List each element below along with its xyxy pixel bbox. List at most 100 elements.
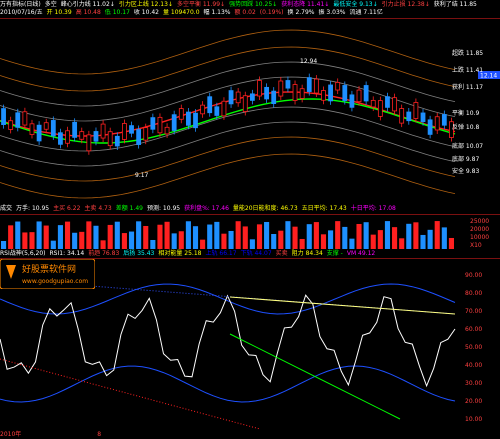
indicator-title-bar: 万有指标(日线) 多空 峰心引力线 11.02↓ 引力区上线 12.13↓ 多空平衡 1… [0, 0, 500, 9]
volume-bar [43, 225, 49, 249]
volume-panel[interactable]: 25000 20000 10000 X10 [0, 214, 500, 249]
candle-body [257, 80, 262, 97]
price-chart-panel[interactable]: 12.94 9.17 12.14 超跌 11.85 上跌 11.41 获利 11.17 平衡… [0, 18, 500, 203]
volume-bar [214, 221, 220, 249]
rsi-axis-label: 90.00 [465, 272, 482, 279]
topbar-value-5: 获利态降 11.41↓ [281, 1, 330, 8]
volume-bar [185, 221, 191, 249]
year-label: 2010年 [0, 431, 22, 438]
indicator-name: 万有指标(日线) [0, 1, 41, 8]
volume-bar [278, 230, 284, 249]
candle-body [129, 125, 134, 134]
volume-bar [264, 221, 270, 249]
volume-bar [256, 224, 263, 249]
candle-body [171, 114, 177, 131]
watermark-logo: 好股票软件网 www.goodgupiao.com [0, 259, 95, 289]
price-level-label: 反弹 10.8 [452, 123, 479, 131]
volume-bar [427, 229, 433, 249]
rsi-indicator-panel[interactable]: 90.00 80.00 70.00 60.00 50.00 40.00 30.00 20.00… [0, 258, 500, 431]
candle-body [29, 123, 35, 135]
candle-body [342, 85, 348, 101]
rsi-header: RSI战神(5,6,20) RSI1: 34.14 前趋 76.83 后扬 35.43… [0, 249, 500, 258]
volume-bar [1, 241, 7, 249]
volume-bar [107, 224, 113, 249]
rsi-value-0: RSI战神(5,6,20) [0, 250, 46, 257]
rsi-value-6: 下轨 44.07 [240, 250, 272, 257]
candle-body [413, 102, 419, 119]
volume-value-5: 预测: 10.95 [146, 205, 181, 212]
volume-bar [406, 223, 412, 249]
candle-body [86, 134, 92, 152]
volume-bar [271, 234, 277, 249]
ohlc-value-1: 开 10.39 [46, 9, 72, 16]
candle-body [441, 114, 447, 126]
topbar-value-3: 多空平衡 11.99↓ [176, 1, 226, 8]
volume-bar [100, 240, 106, 249]
volume-bar [72, 232, 78, 249]
rsi-axis-label: 70.00 [465, 308, 482, 315]
price-level-label: 超跌 11.85 [452, 49, 483, 57]
volume-axis-label: X10 [470, 242, 482, 249]
ohlc-value-3: 低 10.17 [104, 9, 130, 16]
volume-bar [200, 239, 206, 249]
ohlc-value-5: 量 109470.0 [162, 9, 200, 16]
volume-bar [150, 239, 156, 249]
candle-body [249, 93, 255, 101]
candle-body [122, 123, 127, 140]
volume-bar [320, 234, 327, 249]
volume-bar [399, 238, 405, 249]
volume-axis-label: 20000 [470, 226, 489, 233]
candle-body [264, 86, 270, 100]
candle-body [143, 127, 149, 141]
candle-body [150, 117, 156, 130]
candle-body [335, 82, 341, 91]
candle-body [420, 112, 426, 123]
rsi-value-9: 支撑 - [326, 250, 343, 257]
candle-body [72, 121, 78, 138]
volume-bar [164, 221, 170, 249]
candle-body [93, 131, 99, 142]
ohlc-value-7: 额 0.02 [234, 9, 256, 16]
candle-body [392, 97, 397, 112]
watermark-url: www.goodgupiao.com [22, 278, 88, 285]
volume-bar [420, 234, 426, 249]
volume-bar [434, 221, 440, 249]
candle-body [22, 111, 28, 126]
envelope-band-line [0, 46, 456, 92]
candle-body [200, 104, 206, 115]
rsi-value-3: 后扬 35.43 [123, 250, 155, 257]
envelope-band-line [0, 121, 456, 167]
price-level-label: 平衡 10.9 [452, 109, 479, 117]
candle-body [114, 135, 120, 147]
volume-bar [136, 221, 142, 249]
low-price-label: 9.17 [135, 172, 149, 179]
candle-body [164, 126, 170, 135]
candle-body [50, 120, 56, 137]
volume-value-6: 获利盘%: 17.46 [184, 205, 229, 212]
volume-bar [79, 231, 85, 249]
volume-bar [441, 227, 447, 249]
high-price-label: 12.94 [300, 58, 317, 65]
candle-body [43, 122, 49, 130]
ohlc-value-4: 收 10.42 [133, 9, 159, 16]
candle-body [36, 124, 42, 142]
candle-body [193, 112, 198, 129]
price-level-label: 获利 11.17 [452, 83, 483, 91]
candle-body [214, 106, 220, 116]
volume-bar [64, 221, 71, 249]
candle-body [278, 80, 284, 97]
volume-bar [335, 221, 341, 249]
price-level-label: 底部 9.87 [452, 155, 479, 163]
ohlc-value-0: 2010/07/16/五 [0, 9, 43, 16]
volume-value-3: 主卖 4.73 [84, 205, 112, 212]
candle-body [65, 130, 70, 144]
month-label: 8 [97, 431, 102, 438]
candle-body [235, 91, 241, 104]
volume-header: 成交 万手: 10.95 主买 6.22 主卖 4.73 差额 1.49 预测: 10.9… [0, 204, 500, 213]
rsi-value-1: RSI1: 34.14 [49, 250, 85, 257]
rsi-axis-label: 80.00 [465, 290, 482, 297]
volume-axis-label: 10000 [470, 234, 489, 241]
volume-bar [299, 238, 305, 249]
rsi-value-7: 买卖 [275, 250, 288, 257]
candle-body [58, 132, 63, 145]
